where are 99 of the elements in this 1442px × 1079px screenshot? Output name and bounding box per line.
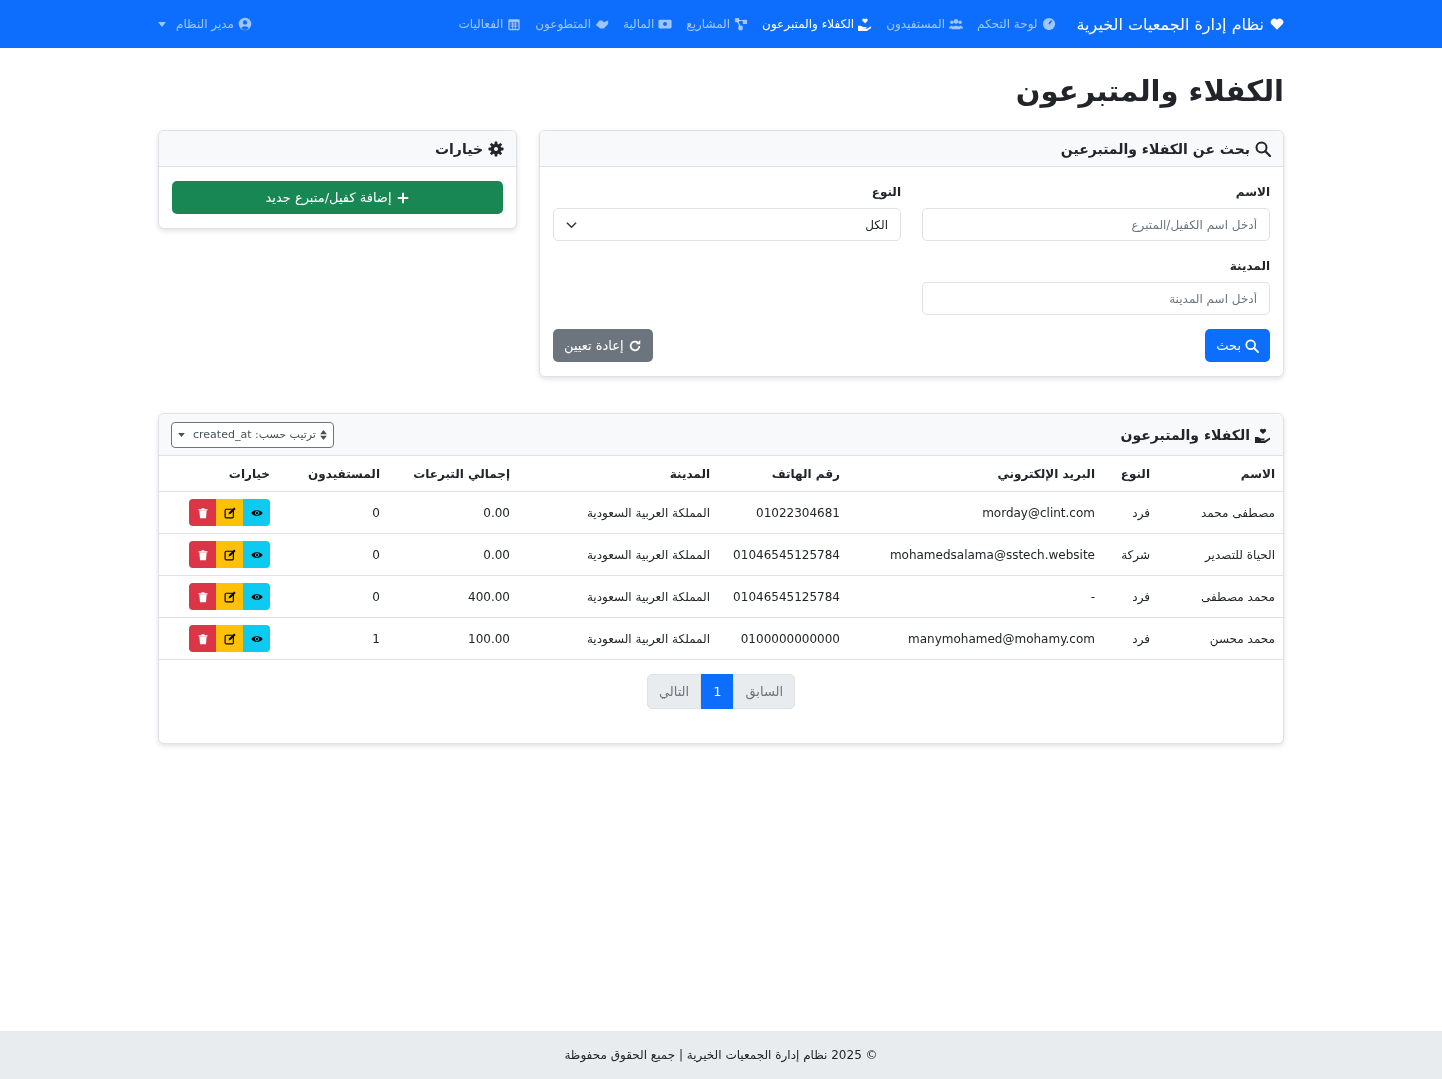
table-cell: مصطفى محمد <box>1158 491 1283 534</box>
nodes-icon <box>734 17 749 31</box>
table-cell: 01046545125784 <box>718 575 848 618</box>
card-title: خيارات <box>435 140 483 157</box>
edit-icon <box>223 632 236 645</box>
nav-link[interactable]: المتطوعون <box>528 11 616 37</box>
add-button[interactable]: إضافة كفيل/متبرع جديد <box>172 181 503 214</box>
column-header: المدينة <box>518 456 718 492</box>
table-cell: 0 <box>278 491 388 534</box>
sort-icon <box>319 429 327 440</box>
table-cell: شركة <box>1103 533 1158 576</box>
table-cell: المملكة العربية السعودية <box>518 533 718 576</box>
table-cell: - <box>848 575 1103 618</box>
table-cell: mohamedsalama@sstech.website <box>848 533 1103 576</box>
edit-button[interactable] <box>216 541 243 568</box>
user-menu[interactable]: مدير النظام <box>158 17 253 31</box>
hand-heart-icon <box>1255 426 1271 443</box>
card-title: الكفلاء والمتبرعون <box>1120 426 1250 443</box>
search-icon <box>1245 338 1259 353</box>
table-cell: 100.00 <box>388 617 518 660</box>
table-cell: manymohamed@mohamy.com <box>848 617 1103 660</box>
edit-icon <box>223 590 236 603</box>
nav-link[interactable]: الكفلاء والمتبرعون <box>755 11 880 37</box>
column-header: رقم الهاتف <box>718 456 848 492</box>
nav-link[interactable]: الفعاليات <box>451 11 529 37</box>
nav-link[interactable]: المشاريع <box>679 11 756 37</box>
nav-link[interactable]: المستفيدون <box>879 11 971 37</box>
column-header: خيارات <box>159 456 278 492</box>
field-label: الاسم <box>1234 185 1270 199</box>
column-header: إجمالي التبرعات <box>388 456 518 492</box>
brand-link[interactable]: نظام إدارة الجمعيات الخيرية <box>1076 14 1284 34</box>
column-header: المستفيدون <box>278 456 388 492</box>
page-link[interactable]: السابق <box>733 674 796 709</box>
view-button[interactable] <box>243 625 270 652</box>
refresh-icon <box>627 338 642 353</box>
edit-icon <box>223 506 236 519</box>
table-cell: المملكة العربية السعودية <box>518 575 718 618</box>
caret-icon <box>158 21 166 27</box>
table-cell: 0.00 <box>388 491 518 534</box>
table-cell: فرد <box>1103 575 1158 618</box>
calendar-icon <box>507 17 522 31</box>
table-cell: فرد <box>1103 617 1158 660</box>
column-header: النوع <box>1103 456 1158 492</box>
table-cell: المملكة العربية السعودية <box>518 617 718 660</box>
table-cell: 0 <box>278 533 388 576</box>
edit-icon <box>223 548 236 561</box>
type-select[interactable]: الكل <box>553 208 901 241</box>
delete-button[interactable] <box>189 625 216 652</box>
table-cell: 01022304681 <box>718 491 848 534</box>
field-label: المدينة <box>1228 259 1270 273</box>
table-cell: محمد محسن <box>1158 617 1283 660</box>
footer-text: © 2025 نظام إدارة الجمعيات الخيرية | جميع الحقوق محفوظة <box>564 1048 878 1062</box>
card-title: بحث عن الكفلاء والمتبرعين <box>1060 140 1250 157</box>
nav-link[interactable]: لوحة التحكم <box>970 11 1063 37</box>
edit-button[interactable] <box>216 499 243 526</box>
heart-icon <box>1270 17 1284 31</box>
table-cell: 01046545125784 <box>718 533 848 576</box>
view-button[interactable] <box>243 541 270 568</box>
table-cell: الحياة للتصدير <box>1158 533 1283 576</box>
user-circle-icon <box>238 17 253 31</box>
search-button[interactable]: بحث <box>1205 329 1270 362</box>
plus-icon <box>395 190 410 205</box>
sort-dropdown[interactable]: ترتيب حسب: created_at <box>171 421 334 448</box>
trash-icon <box>196 590 209 603</box>
column-header: البريد الإلكتروني <box>848 456 1103 492</box>
table-cell: 0.00 <box>388 533 518 576</box>
table-cell: morday@clint.com <box>848 491 1103 534</box>
trash-icon <box>196 506 209 519</box>
page-title: الكفلاء والمتبرعون <box>1014 74 1284 108</box>
trash-icon <box>196 632 209 645</box>
page-link[interactable]: 1 <box>701 674 734 709</box>
table-cell: 400.00 <box>388 575 518 618</box>
field-label: النوع <box>870 185 901 199</box>
caret-icon <box>178 432 185 437</box>
delete-button[interactable] <box>189 499 216 526</box>
gauge-icon <box>1041 17 1056 31</box>
delete-button[interactable] <box>189 583 216 610</box>
view-button[interactable] <box>243 499 270 526</box>
users-icon <box>949 17 964 31</box>
chevron-down-icon <box>566 220 577 229</box>
trash-icon <box>196 548 209 561</box>
view-button[interactable] <box>243 583 270 610</box>
nav-link[interactable]: المالية <box>616 11 680 37</box>
edit-button[interactable] <box>216 583 243 610</box>
column-header: الاسم <box>1158 456 1283 492</box>
table-cell: محمد مصطفى <box>1158 575 1283 618</box>
edit-button[interactable] <box>216 625 243 652</box>
table-cell: 0 <box>278 575 388 618</box>
table-cell: 0100000000000 <box>718 617 848 660</box>
delete-button[interactable] <box>189 541 216 568</box>
page-link[interactable]: التالي <box>646 674 702 709</box>
banknote-icon <box>658 17 673 31</box>
table-cell: المملكة العربية السعودية <box>518 491 718 534</box>
hand-heart-icon <box>858 17 873 31</box>
table-cell: 1 <box>278 617 388 660</box>
table-cell: فرد <box>1103 491 1158 534</box>
gear-icon <box>488 140 504 157</box>
search-icon <box>1255 140 1271 157</box>
reset-button[interactable]: إعادة تعيين <box>553 329 653 362</box>
